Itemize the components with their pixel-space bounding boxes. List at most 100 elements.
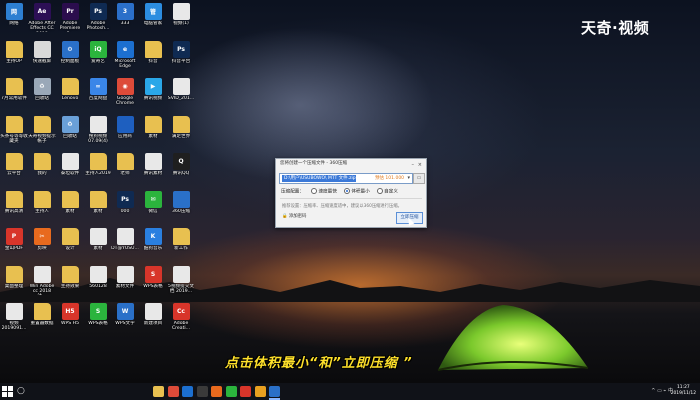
compress-hint: 推荐设置：压缩率、压缩速度适中，建议以360压缩进行压缩。 [282,204,402,209]
desktop-icon[interactable]: ♻ 回收站 [28,78,56,101]
desktop-icon[interactable]: ✂ 剪映 [28,228,56,251]
desktop-icon-label: 素材 [93,208,103,214]
desktop-icon[interactable]: Ps Adobe Photosh... [84,3,112,32]
desktop-icon[interactable]: PrAdobe Premiere P... [56,3,84,32]
file-explorer-icon[interactable] [153,386,164,397]
search-icon[interactable]: ○ [17,387,25,396]
desktop-icon-label: 素材文件 [115,283,135,289]
desktop-icon[interactable]: 新工作 [167,228,195,251]
desktop-icon[interactable]: 主持效果 [56,265,84,289]
compress-icon[interactable] [269,386,280,397]
desktop-icon[interactable]: 快速截屏 [28,40,56,64]
desktop-icon[interactable]: 360压缩 [167,190,195,214]
desktop-icon[interactable]: e Microsoft Edge [111,40,139,70]
edge-icon[interactable] [182,386,193,397]
desktop-icon[interactable]: W WPS文字 [111,303,139,326]
browse-folder-button[interactable]: ▭ [413,173,425,184]
radio-custom[interactable] [377,188,384,194]
desktop-icon-label: 560128 [89,283,107,289]
desktop-icon[interactable]: ◉ Google Chrome [111,78,139,107]
radio-smallest[interactable] [344,188,351,194]
close-icon[interactable]: × [418,160,422,170]
desktop-icon[interactable]: S WPS表格 [84,303,112,326]
desktop-icon[interactable]: P 金山PDF [0,228,28,251]
desktop-icon[interactable]: 我的 [28,153,56,176]
app-icon-c[interactable] [240,386,251,397]
desktop-icon[interactable]: 560128 [84,265,112,289]
option-custom-label[interactable]: 自定义 [384,190,398,195]
store-icon[interactable] [196,386,208,397]
desktop-icon[interactable]: 素材 [84,190,112,214]
add-password-link[interactable]: 🔒 添加密码 [282,213,306,219]
app-icon [61,78,79,95]
chrome-icon[interactable] [167,386,179,397]
radio-fastest[interactable] [311,188,318,194]
desktop-icon[interactable]: 视频(1) [167,3,195,26]
desktop-icon[interactable]: 素材文件 [111,265,139,289]
app-icon [61,228,79,245]
desktop-icon[interactable]: Lenovo [56,78,84,101]
output-path-field[interactable]: D:\用户\USUBOWO\ MTT 文件.zip 预估 101.000 ▾ [279,173,413,184]
desktop-icon[interactable]: 头条号等等收藏夹 [0,115,28,145]
desktop-icon[interactable]: ⚙ 控制面板 [56,40,84,64]
desktop-icon[interactable]: S WPS表格 [139,265,167,289]
desktop-icon[interactable]: AeAdobe After Effects CC 2018 [28,3,56,32]
desktop-icon[interactable]: SVID_201... [167,78,195,101]
option-smallest-label[interactable]: 体积最小 [351,190,369,195]
desktop-icon[interactable]: 桌面整理 [0,265,28,289]
desktop-icon[interactable]: 新建项目 [139,303,167,326]
desktop-icon[interactable]: ▶ 腾讯视频 [139,78,167,101]
dialog-title-bar[interactable]: 您将创建一个压缩文件 - 360压缩 – × [276,159,426,169]
desktop-icon[interactable]: 素材 [56,190,84,214]
desktop-icon[interactable]: Win Adobe cc 2018 注... [28,265,56,295]
desktop-icon-label: 重置器数据 [30,321,54,326]
desktop-icon[interactable]: 满足世界 [167,115,195,139]
desktop-icon[interactable]: iQ 爱奇艺 [84,40,112,64]
desktop-icon[interactable]: 5视频提交文档 2019... [167,265,195,295]
desktop-icon[interactable]: ✉ 微信 [139,190,167,214]
desktop-icon[interactable]: 3 333 [111,3,139,26]
desktop-icon[interactable]: 管电脑管家 [139,3,167,26]
app-icon-b[interactable] [225,386,237,397]
desktop-icon[interactable]: 腾讯高清 [0,190,28,214]
desktop-icon[interactable]: 网网络 [0,3,28,26]
app-icon-a[interactable] [211,386,222,397]
desktop-icon-label: Microsoft Edge [114,58,136,69]
taskbar-clock[interactable]: 11:27 2019/11/12 [671,385,696,397]
desktop-icon[interactable]: DT@YUSU... [111,228,139,251]
desktop-icon[interactable]: 素材 [84,228,112,251]
app-icon [172,78,190,95]
desktop-icon-label: 百度网盘 [88,96,108,101]
option-fastest-label[interactable]: 速度最快 [318,190,336,195]
desktop-icon[interactable]: 设计 [56,228,84,251]
desktop-icon[interactable]: ∞ 百度网盘 [84,78,112,101]
desktop-icon[interactable]: H5 WPS H5 [56,303,84,326]
desktop-icon[interactable]: 老师 [111,153,139,176]
folder-icon: ▭ [416,175,422,181]
desktop-icon[interactable]: 云平台 [0,153,28,176]
desktop-icon[interactable]: K 酷狗音乐 [139,228,167,251]
desktop-icon[interactable]: Ps 000 [111,190,139,214]
desktop-icon[interactable]: 主持人 [28,190,56,214]
desktop-icon[interactable]: Ps 抖音平台 [167,40,195,64]
desktop-icon[interactable]: Cc Adobe Creati... [167,303,195,332]
desktop-icon[interactable]: 素材 [139,115,167,139]
desktop-icon[interactable]: Q 腾讯QQ [167,153,195,176]
desktop-icon[interactable]: 抖音 [139,40,167,64]
desktop-icon[interactable]: 应用商 [111,115,139,139]
desktop-icon[interactable]: 7月常用软件 [0,78,28,101]
desktop-icon[interactable]: 天奇视频提示帐子 [28,115,56,145]
desktop-icon[interactable]: 腾讯素材 [139,153,167,176]
windows-start-icon[interactable] [2,386,13,397]
desktop-icon[interactable]: 重置器数据 [28,303,56,326]
desktop-icon[interactable]: 搜狗视频 07.09(4) [84,115,112,145]
desktop-icon[interactable]: 泰坦软件 [56,153,84,176]
desktop-icon[interactable]: 主持OP [0,40,28,64]
chevron-down-icon[interactable]: ▾ [407,174,410,182]
desktop-icon[interactable]: 主持人2019 [84,153,112,176]
app-icon-d[interactable] [254,386,266,397]
minimize-icon[interactable]: – [412,160,415,170]
desktop-icon[interactable]: 视频 2019091... [0,303,28,332]
desktop-icon[interactable]: ♻ 回收站 [56,115,84,139]
app-icon [5,190,23,208]
